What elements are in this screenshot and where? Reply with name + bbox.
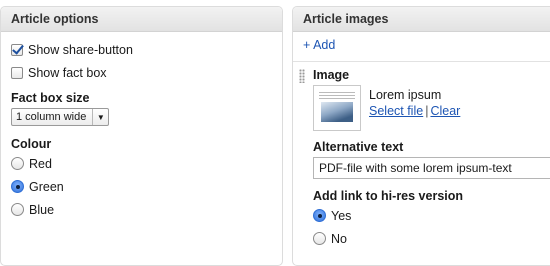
alternative-text-label: Alternative text xyxy=(313,140,404,154)
fact-box-size-label: Fact box size xyxy=(11,91,90,105)
dropdown-arrow-icon[interactable]: ▼ xyxy=(92,109,108,125)
colour-option-label: Green xyxy=(29,179,64,194)
alternative-text-input[interactable]: PDF-file with some lorem ipsum-text xyxy=(313,157,550,179)
hi-res-label: Add link to hi-res version xyxy=(313,189,464,203)
hi-res-option-no[interactable]: No xyxy=(313,227,550,250)
show-share-button-checkbox[interactable]: Show share-button xyxy=(11,38,272,61)
divider xyxy=(293,61,550,62)
image-item: Image Lorem ipsum Select file | Clear Alte… xyxy=(299,67,550,250)
hi-res-option-label: Yes xyxy=(331,208,352,223)
radio-unselected-icon[interactable] xyxy=(11,157,24,170)
article-options-panel: Article options Show share-button Show f… xyxy=(0,6,283,266)
checkbox-unchecked-icon[interactable] xyxy=(11,66,23,79)
show-fact-box-label: Show fact box xyxy=(28,65,107,80)
article-images-header: Article images xyxy=(293,7,550,32)
fact-box-size-select[interactable]: 1 column wide ▼ xyxy=(11,108,110,126)
clear-link[interactable]: Clear xyxy=(430,104,460,118)
radio-selected-icon[interactable] xyxy=(313,209,326,222)
colour-option-label: Red xyxy=(29,156,52,171)
colour-option-green[interactable]: Green xyxy=(11,175,272,198)
add-image-link[interactable]: + Add xyxy=(303,38,550,52)
show-fact-box-checkbox[interactable]: Show fact box xyxy=(11,61,272,84)
colour-option-blue[interactable]: Blue xyxy=(11,198,272,221)
thumbnail-text-lines xyxy=(319,92,355,100)
image-label: Image xyxy=(313,68,350,82)
fact-box-size-value: 1 column wide xyxy=(16,111,87,123)
show-share-button-label: Show share-button xyxy=(28,42,133,57)
hi-res-option-label: No xyxy=(331,231,347,246)
colour-option-red[interactable]: Red xyxy=(11,152,272,175)
hi-res-option-yes[interactable]: Yes xyxy=(313,204,550,227)
article-images-panel: Article images + Add Image Lorem ipsum S… xyxy=(292,6,550,266)
colour-option-label: Blue xyxy=(29,202,55,217)
radio-unselected-icon[interactable] xyxy=(11,203,24,216)
radio-selected-icon[interactable] xyxy=(11,180,24,193)
colour-label: Colour xyxy=(11,137,52,151)
drag-handle-icon[interactable] xyxy=(299,69,305,83)
radio-unselected-icon[interactable] xyxy=(313,232,326,245)
image-caption: Lorem ipsum xyxy=(369,88,442,102)
select-file-link[interactable]: Select file xyxy=(369,104,423,118)
link-separator: | xyxy=(425,104,429,118)
image-thumbnail xyxy=(313,85,361,131)
thumbnail-picture xyxy=(321,102,353,122)
checkbox-checked-icon[interactable] xyxy=(11,43,23,56)
article-options-header: Article options xyxy=(1,7,282,32)
